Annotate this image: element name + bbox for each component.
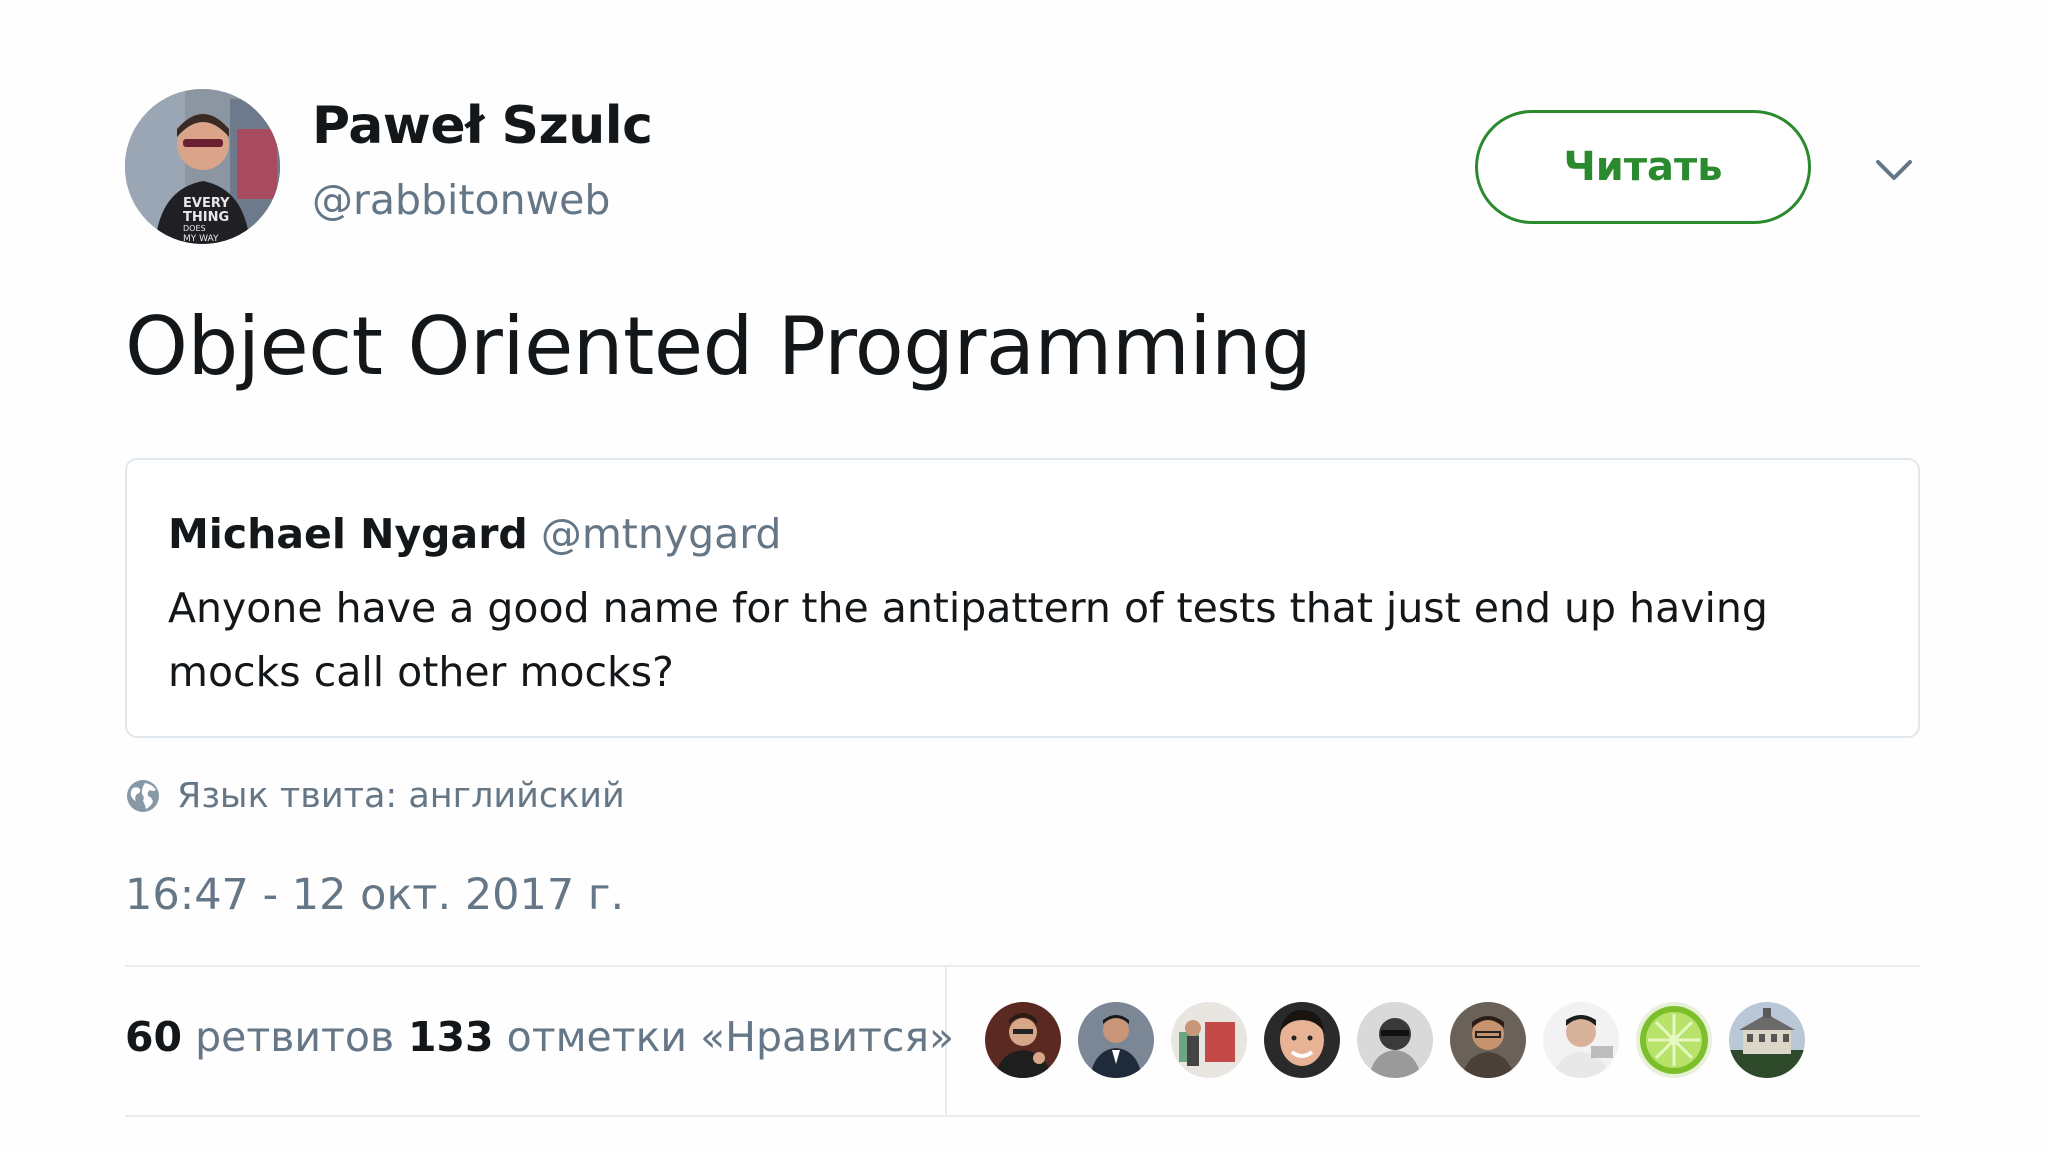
avatar-shirt-line-1: EVERY [183,196,230,211]
chevron-down-icon[interactable] [1870,150,1918,190]
avatar-shirt-line-2: THING [183,210,229,225]
likes-count: 133 [408,1013,494,1061]
stats-divider-bottom [125,1115,1920,1117]
tweet-timestamp[interactable]: 16:47 - 12 окт. 2017 г. [125,870,624,920]
liker-avatar[interactable] [1450,1002,1526,1078]
tweet-language: Язык твита: английский [125,773,625,819]
quoted-tweet-header: Michael Nygard @mtnygard [168,510,781,558]
liker-avatar[interactable] [1543,1002,1619,1078]
stats-divider-top [125,965,1920,967]
author-avatar-image: EVERY THING DOES MY WAY [125,89,280,244]
author-name[interactable]: Paweł Szulc [312,96,653,156]
avatar-shirt-line-4: MY WAY [183,234,219,244]
quoted-author-handle: @mtnygard [540,510,782,558]
quoted-tweet-card[interactable]: Michael Nygard @mtnygard Anyone have a g… [125,458,1920,738]
liker-avatars [985,1002,1805,1078]
author-avatar[interactable]: EVERY THING DOES MY WAY [125,89,280,244]
likes-label: отметки «Нравится» [506,1013,955,1061]
quoted-tweet-text: Anyone have a good name for the antipatt… [168,584,1768,696]
liker-avatar[interactable] [1171,1002,1247,1078]
likes-stat[interactable]: 133 отметки «Нравится» [408,1013,954,1061]
liker-avatar[interactable] [1636,1002,1712,1078]
tweet-text: Object Oriented Programming [125,300,1312,393]
liker-avatar[interactable] [1264,1002,1340,1078]
globe-icon [127,780,159,812]
liker-avatar[interactable] [1357,1002,1433,1078]
liker-avatar[interactable] [985,1002,1061,1078]
liker-avatar[interactable] [1729,1002,1805,1078]
language-label: Язык твита: английский [177,776,625,816]
retweets-stat[interactable]: 60 ретвитов [125,1013,394,1061]
retweets-label: ретвитов [195,1013,395,1061]
quoted-author-name: Michael Nygard [168,510,528,558]
follow-button[interactable]: Читать [1475,110,1811,224]
author-handle[interactable]: @rabbitonweb [312,176,610,224]
avatar-shirt-line-3: DOES [183,224,206,233]
tweet-page: EVERY THING DOES MY WAY Paweł Szulc @rab… [0,0,2048,1152]
retweets-count: 60 [125,1013,183,1061]
liker-avatar[interactable] [1078,1002,1154,1078]
